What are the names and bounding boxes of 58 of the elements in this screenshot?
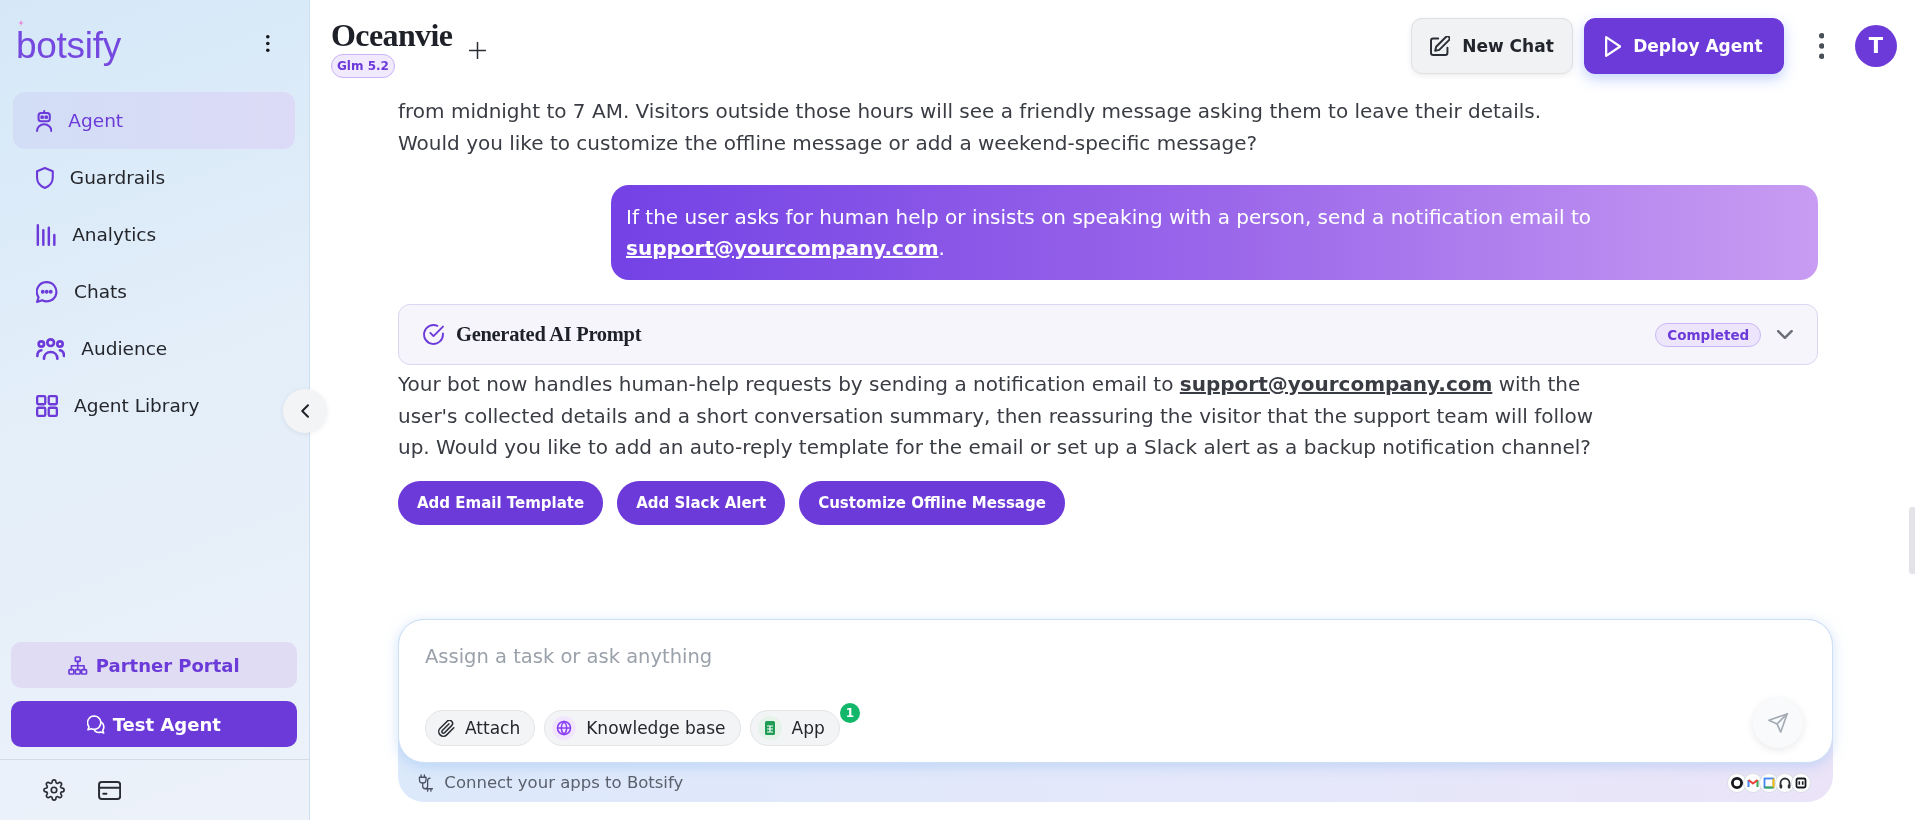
globe-icon <box>552 716 577 740</box>
play-icon <box>1604 35 1622 57</box>
collapse-button[interactable] <box>283 389 327 433</box>
nav-item[interactable]: Audience <box>13 320 182 377</box>
sitemap-icon <box>68 655 88 675</box>
partner-portal-button[interactable]: Partner Portal <box>11 642 297 688</box>
chevron-down-icon[interactable] <box>1777 330 1793 339</box>
card-title: Generated AI Prompt <box>456 323 642 346</box>
nav-item[interactable]: Analytics <box>13 206 171 263</box>
email-link[interactable]: support@yourcompany.com <box>1179 372 1493 396</box>
nav-item[interactable]: Agent <box>13 92 295 149</box>
new-chat-button[interactable]: New Chat <box>1411 18 1573 74</box>
kebab-menu-icon[interactable] <box>1818 33 1824 59</box>
nav-item[interactable]: Guardrails <box>13 149 180 206</box>
kebab-menu-icon[interactable] <box>266 34 270 52</box>
credit-card-icon[interactable] <box>98 780 122 800</box>
test-agent-button[interactable]: Test Agent <box>11 701 297 747</box>
logo: botsify <box>16 26 121 66</box>
chat-bubbles-icon <box>87 714 105 734</box>
count-badge: 1 <box>839 703 860 723</box>
edit-icon <box>1430 36 1451 56</box>
check-circle-icon <box>423 324 444 345</box>
message-input[interactable]: Assign a task or ask anything <box>425 636 1803 678</box>
sparkle-icon <box>18 20 24 26</box>
paperclip-icon <box>438 719 455 737</box>
connect-apps-text: Connect your apps to Botsify <box>444 773 684 792</box>
agent-name: Oceanvie <box>331 18 453 52</box>
shield-icon <box>36 166 54 189</box>
model-badge: Glm 5.2 <box>331 54 395 78</box>
suggestion-button[interactable]: Customize Offline Message <box>799 480 1065 525</box>
chip-button[interactable]: Knowledge base <box>544 710 741 746</box>
suggestion-button[interactable]: Add Slack Alert <box>617 480 786 525</box>
tile-icon <box>1791 772 1811 793</box>
scrollbar-thumb[interactable] <box>1909 507 1915 574</box>
email-link[interactable]: support@yourcompany.com <box>626 236 939 260</box>
chat-bubble-icon <box>36 280 58 303</box>
settings-icon[interactable] <box>43 779 65 801</box>
assistant-message: Your bot now handles human-help requests by sending a notification email to support@yourcompany.com with the user's collected details and a short conversation summary, then reassuring the visitor that the support team will follow up. Would you like to add an auto-reply template for the email or set up a Slack alert as a backup notification channel? <box>398 371 1595 461</box>
chip-button[interactable]: Attach <box>425 710 536 746</box>
people-icon <box>36 337 66 360</box>
composer-field[interactable]: Assign a task or ask anything Attach Knowledge base App 1 <box>398 619 1833 763</box>
plus-icon[interactable] <box>469 42 487 59</box>
bar-chart-icon <box>36 223 57 246</box>
spreadsheet-icon <box>757 716 782 740</box>
nav-item[interactable]: Agent Library <box>13 377 214 434</box>
send-icon <box>1768 713 1788 733</box>
chip-button[interactable]: App <box>749 710 840 746</box>
robot-icon <box>36 109 53 132</box>
suggestion-button[interactable]: Add Email Template <box>398 480 604 525</box>
user-message-bubble: If the user asks for human help or insists on speaking with a person, send a notification email to support@yourcompany.com. <box>611 185 1818 280</box>
assistant-message: from midnight to 7 AM. Visitors outside those hours will see a friendly message asking them to leave their details. Would you like to customize the offline message or add a weekend-specific message? <box>398 98 1543 157</box>
chevron-left-icon <box>300 404 310 418</box>
status-badge: Completed <box>1655 322 1762 347</box>
grid-icon <box>36 394 58 417</box>
nav-item[interactable]: Chats <box>13 263 141 320</box>
user-avatar[interactable]: T <box>1855 25 1897 67</box>
plug-icon <box>417 773 434 792</box>
deploy-agent-button[interactable]: Deploy Agent <box>1583 18 1784 74</box>
